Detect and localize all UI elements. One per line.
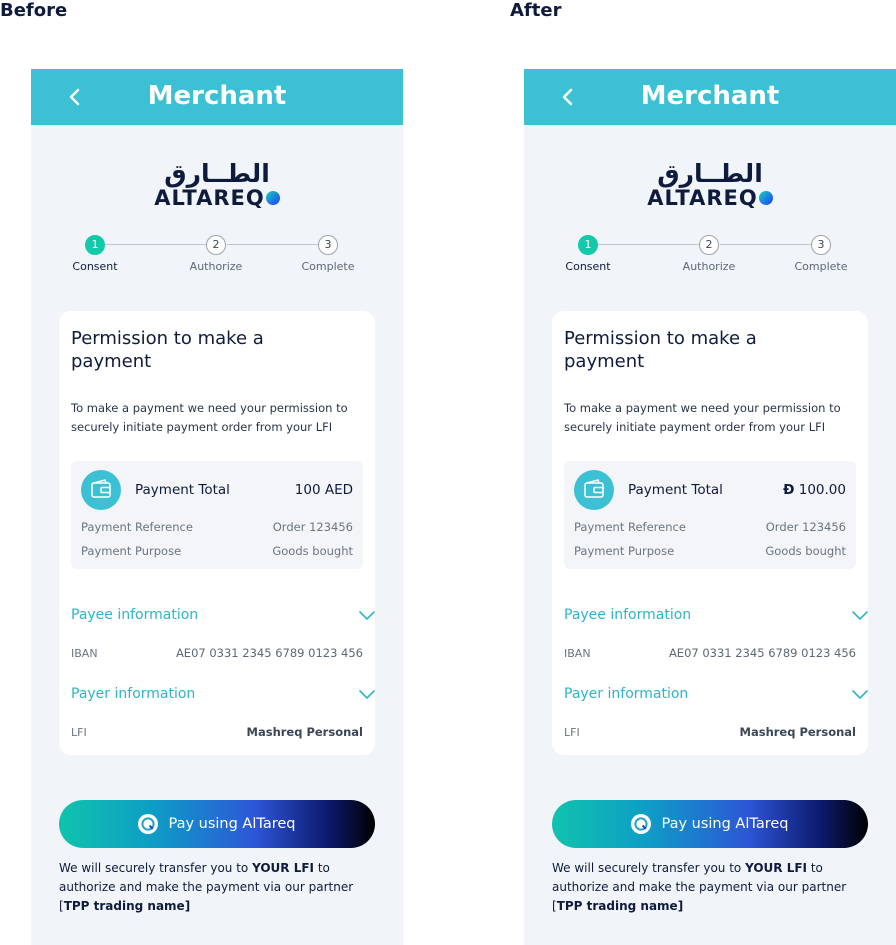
pay-altareq-button[interactable]: Pay using AlTareq (59, 800, 375, 848)
payee-section-toggle[interactable]: Payee information (71, 607, 198, 623)
dirham-symbol: Ð (783, 482, 795, 498)
card-description: To make a payment we need your permissio… (71, 401, 348, 434)
step-number: 2 (206, 235, 226, 255)
step-complete: 3 Complete (288, 235, 368, 273)
step-label: Authorize (189, 260, 243, 273)
pay-button-label: Pay using AlTareq (661, 816, 789, 832)
payment-total-label: Payment Total (135, 482, 230, 498)
payment-total-value: 100 AED (294, 482, 353, 498)
step-authorize: 2 Authorize (176, 235, 256, 273)
iban-value: AE07 0331 2345 6789 0123 456 (175, 646, 363, 660)
before-screen: Merchant الطــارق ALTAREQ 1 Consent 2 Au… (31, 69, 403, 945)
header-title: Merchant (640, 81, 780, 111)
card-description: To make a payment we need your permissio… (564, 401, 841, 434)
chevron-down-icon[interactable] (852, 690, 868, 700)
header-bar: Merchant (31, 69, 403, 125)
after-label: After (510, 0, 562, 21)
note-text: We will securely transfer you to (59, 861, 253, 875)
note-lfi: YOUR LFI (745, 861, 807, 875)
step-consent: 1 Consent (548, 235, 628, 273)
header-title: Merchant (147, 81, 287, 111)
reference-value: Order 123456 (765, 520, 846, 534)
purpose-value: Goods bought (765, 544, 846, 558)
payment-total-value: Ð 100.00 (783, 482, 846, 498)
payment-amount: 100.00 (798, 482, 846, 498)
note-lfi: YOUR LFI (252, 861, 314, 875)
chevron-down-icon[interactable] (852, 611, 868, 621)
payment-summary: Payment Total Ð 100.00 Payment Reference… (564, 461, 856, 569)
step-label: Consent (565, 260, 611, 273)
transfer-note: We will securely transfer you to YOUR LF… (552, 859, 872, 916)
note-tpp: TPP trading name] (556, 899, 684, 913)
step-number: 3 (318, 235, 338, 255)
step-label: Complete (301, 260, 355, 273)
step-label: Complete (794, 260, 848, 273)
note-tpp: TPP trading name] (63, 899, 191, 913)
logo-arabic: الطــارق (657, 159, 763, 188)
before-label: Before (0, 0, 68, 21)
payer-section-toggle[interactable]: Payer information (71, 686, 195, 702)
altareq-logo-icon (265, 191, 280, 205)
lfi-label: LFI (71, 726, 87, 739)
purpose-label: Payment Purpose (81, 544, 182, 558)
transfer-note: We will securely transfer you to YOUR LF… (59, 859, 379, 916)
chevron-down-icon[interactable] (359, 611, 375, 621)
logo-arabic: الطــارق (164, 159, 270, 188)
pay-button-label: Pay using AlTareq (168, 816, 296, 832)
progress-stepper: 1 Consent 2 Authorize 3 Complete (524, 235, 896, 279)
payment-card: Permission to make a payment To make a p… (59, 311, 375, 755)
lfi-value: Mashreq Personal (246, 725, 363, 739)
payer-section-toggle[interactable]: Payer information (564, 686, 688, 702)
purpose-label: Payment Purpose (574, 544, 675, 558)
payment-total-label: Payment Total (628, 482, 723, 498)
altareq-logo: الطــارق ALTAREQ (31, 161, 403, 209)
altareq-logo: الطــارق ALTAREQ (524, 161, 896, 209)
step-label: Authorize (682, 260, 736, 273)
card-title: Permission to make a payment (564, 328, 757, 372)
step-number: 1 (578, 235, 598, 255)
lfi-value: Mashreq Personal (739, 725, 856, 739)
step-number: 1 (85, 235, 105, 255)
payment-card: Permission to make a payment To make a p… (552, 311, 868, 755)
header-bar: Merchant (524, 69, 896, 125)
progress-stepper: 1 Consent 2 Authorize 3 Complete (31, 235, 403, 279)
reference-label: Payment Reference (81, 520, 193, 534)
iban-label: IBAN (71, 647, 98, 660)
payment-summary: Payment Total 100 AED Payment Reference … (71, 461, 363, 569)
purpose-value: Goods bought (272, 544, 353, 558)
after-screen: Merchant الطــارق ALTAREQ 1 Consent 2 Au… (524, 69, 896, 945)
step-authorize: 2 Authorize (669, 235, 749, 273)
payee-section-toggle[interactable]: Payee information (564, 607, 691, 623)
step-label: Consent (72, 260, 118, 273)
step-complete: 3 Complete (781, 235, 861, 273)
iban-value: AE07 0331 2345 6789 0123 456 (668, 646, 856, 660)
note-text: We will securely transfer you to (552, 861, 746, 875)
altareq-logo-icon (758, 191, 773, 205)
pay-altareq-button[interactable]: Pay using AlTareq (552, 800, 868, 848)
iban-label: IBAN (564, 647, 591, 660)
lfi-label: LFI (564, 726, 580, 739)
reference-value: Order 123456 (272, 520, 353, 534)
logo-english: ALTAREQ (647, 186, 758, 210)
step-number: 3 (811, 235, 831, 255)
step-number: 2 (699, 235, 719, 255)
step-consent: 1 Consent (55, 235, 135, 273)
altareq-q-icon (631, 814, 652, 834)
reference-label: Payment Reference (574, 520, 686, 534)
card-title: Permission to make a payment (71, 328, 264, 372)
wallet-icon (81, 470, 121, 510)
chevron-down-icon[interactable] (359, 690, 375, 700)
altareq-q-icon (138, 814, 159, 834)
logo-english: ALTAREQ (154, 186, 265, 210)
wallet-icon (574, 470, 614, 510)
